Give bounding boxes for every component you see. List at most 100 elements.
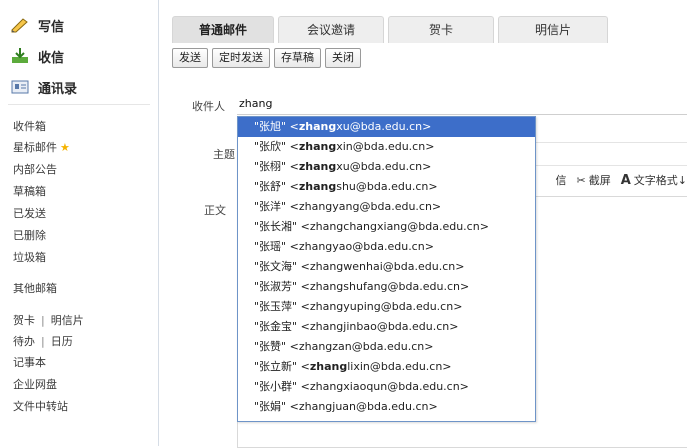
notebook-link[interactable]: 记事本 bbox=[13, 356, 46, 370]
suggestion-name: "张长湘" < bbox=[254, 220, 310, 233]
suggestion-email: zhangjuan@bda.edu.cn> bbox=[298, 400, 438, 413]
folder-drafts[interactable]: 草稿箱 bbox=[13, 185, 46, 199]
file-transfer-link[interactable]: 文件中转站 bbox=[13, 400, 68, 414]
suggestion-item[interactable]: "张旭" <zhangxu@bda.edu.cn> bbox=[238, 117, 535, 137]
suggestion-match: zhang bbox=[309, 360, 348, 373]
suggestion-match: zhang bbox=[298, 160, 337, 173]
suggestion-match: zhang bbox=[298, 120, 337, 133]
todo-links-row: 待办 | 日历 bbox=[13, 335, 73, 349]
tab-greeting-card[interactable]: 贺卡 bbox=[388, 16, 494, 43]
body-label: 正文 bbox=[204, 204, 226, 217]
to-label: 收件人 bbox=[192, 100, 225, 113]
suggestion-email: zhangwenhai@bda.edu.cn> bbox=[309, 260, 465, 273]
text-format-button[interactable]: A 文字格式↓ bbox=[621, 172, 687, 188]
separator: | bbox=[41, 335, 45, 348]
format-bar-item[interactable]: 信 bbox=[556, 172, 567, 188]
suggestion-email: zhangxiaoqun@bda.edu.cn> bbox=[309, 380, 469, 393]
separator: | bbox=[41, 314, 45, 327]
compose-toolbar: 发送 定时发送 存草稿 关闭 bbox=[172, 45, 361, 71]
suggestion-item[interactable]: "张舒" <zhangshu@bda.edu.cn> bbox=[238, 177, 535, 197]
tab-postcard[interactable]: 明信片 bbox=[498, 16, 608, 43]
suggestion-item[interactable]: "张洋" <zhangyang@bda.edu.cn> bbox=[238, 197, 535, 217]
enterprise-disk-link[interactable]: 企业网盘 bbox=[13, 378, 57, 392]
suggestion-email: zhangyuping@bda.edu.cn> bbox=[309, 300, 463, 313]
suggestion-name: "张立新" < bbox=[254, 360, 310, 373]
card-links-row: 贺卡 | 明信片 bbox=[13, 314, 84, 328]
tab-bar: 普通邮件 会议邀请 贺卡 明信片 bbox=[159, 0, 687, 43]
suggestion-name: "张栩" < bbox=[254, 160, 299, 173]
suggestion-item[interactable]: "张淑芳" <zhangshufang@bda.edu.cn> bbox=[238, 277, 535, 297]
suggestion-email: xu@bda.edu.cn> bbox=[336, 160, 432, 173]
sidebar-divider bbox=[8, 104, 150, 105]
suggestion-item[interactable]: "张文海" <zhangwenhai@bda.edu.cn> bbox=[238, 257, 535, 277]
receive-label: 收信 bbox=[38, 50, 65, 66]
greeting-card-link[interactable]: 贺卡 bbox=[13, 314, 35, 327]
suggestion-email: xu@bda.edu.cn> bbox=[336, 120, 432, 133]
inbox-download-icon bbox=[10, 47, 30, 65]
tab-meeting-invite[interactable]: 会议邀请 bbox=[278, 16, 384, 43]
pencil-icon bbox=[10, 16, 30, 34]
screenshot-label: 截屏 bbox=[588, 174, 611, 187]
contacts-button[interactable]: 通讯录 bbox=[10, 76, 77, 98]
folder-announcements[interactable]: 内部公告 bbox=[13, 163, 57, 177]
suggestion-email: zhangyao@bda.edu.cn> bbox=[298, 240, 434, 253]
suggestion-item[interactable]: "张玉萍" <zhangyuping@bda.edu.cn> bbox=[238, 297, 535, 317]
suggestion-item[interactable]: "张立新" <zhanglixin@bda.edu.cn> bbox=[238, 357, 535, 377]
suggestion-email: zhangjinbao@bda.edu.cn> bbox=[309, 320, 459, 333]
folder-starred-label: 星标邮件 bbox=[13, 141, 57, 154]
suggestion-item[interactable]: "张栩" <zhangxu@bda.edu.cn> bbox=[238, 157, 535, 177]
recipient-suggestions: "张旭" <zhangxu@bda.edu.cn> "张欣" <zhangxin@… bbox=[237, 116, 536, 422]
suggestion-email: zhangshufang@bda.edu.cn> bbox=[309, 280, 470, 293]
suggestion-name: "张娟" < bbox=[254, 400, 299, 413]
suggestion-email: lixin@bda.edu.cn> bbox=[347, 360, 452, 373]
suggestion-item[interactable]: "张小群" <zhangxiaoqun@bda.edu.cn> bbox=[238, 377, 535, 397]
suggestion-name: "张赞" < bbox=[254, 340, 299, 353]
suggestion-item[interactable]: "张娟" <zhangjuan@bda.edu.cn> bbox=[238, 397, 535, 417]
suggestion-name: "张金宝" < bbox=[254, 320, 310, 333]
receive-button[interactable]: 收信 bbox=[10, 45, 64, 67]
suggestion-name: "张欣" < bbox=[254, 140, 299, 153]
suggestion-item[interactable]: "张欣" <zhangxin@bda.edu.cn> bbox=[238, 137, 535, 157]
sidebar: 写信 收信 通讯录 收件箱 星标邮件 ★ 内部公告 草稿箱 已发送 已删除 垃圾箱… bbox=[0, 0, 159, 446]
suggestion-email: xin@bda.edu.cn> bbox=[336, 140, 435, 153]
star-icon: ★ bbox=[60, 141, 70, 154]
compose-button[interactable]: 写信 bbox=[10, 14, 64, 36]
tab-normal-mail[interactable]: 普通邮件 bbox=[172, 16, 274, 43]
send-button[interactable]: 发送 bbox=[172, 48, 208, 68]
folder-deleted[interactable]: 已删除 bbox=[13, 229, 46, 243]
suggestion-match: zhang bbox=[298, 140, 337, 153]
compose-label: 写信 bbox=[38, 19, 65, 35]
close-button[interactable]: 关闭 bbox=[325, 48, 361, 68]
suggestion-email: zhangyang@bda.edu.cn> bbox=[298, 200, 442, 213]
suggestion-item[interactable]: "张长湘" <zhangchangxiang@bda.edu.cn> bbox=[238, 217, 535, 237]
font-a-icon: A bbox=[620, 172, 631, 188]
suggestion-item[interactable]: "张金宝" <zhangjinbao@bda.edu.cn> bbox=[238, 317, 535, 337]
save-draft-button[interactable]: 存草稿 bbox=[274, 48, 321, 68]
text-format-label: 文字格式↓ bbox=[633, 174, 687, 187]
suggestion-item[interactable]: "张瑶" <zhangyao@bda.edu.cn> bbox=[238, 237, 535, 257]
suggestion-name: "张文海" < bbox=[254, 260, 310, 273]
suggestion-name: "张瑶" < bbox=[254, 240, 299, 253]
suggestion-name: "张旭" < bbox=[254, 120, 299, 133]
folder-starred[interactable]: 星标邮件 ★ bbox=[13, 141, 70, 155]
screenshot-button[interactable]: ✂ 截屏 bbox=[577, 172, 611, 188]
todo-link[interactable]: 待办 bbox=[13, 335, 35, 348]
scheduled-send-button[interactable]: 定时发送 bbox=[212, 48, 270, 68]
folder-spam[interactable]: 垃圾箱 bbox=[13, 251, 46, 265]
suggestion-email: shu@bda.edu.cn> bbox=[336, 180, 438, 193]
folder-inbox[interactable]: 收件箱 bbox=[13, 120, 46, 134]
contacts-label: 通讯录 bbox=[38, 81, 78, 97]
suggestion-name: "张洋" < bbox=[254, 200, 299, 213]
other-mailbox-link[interactable]: 其他邮箱 bbox=[13, 282, 57, 296]
to-input[interactable] bbox=[237, 94, 687, 115]
suggestion-name: "张小群" < bbox=[254, 380, 310, 393]
suggestion-name: "张淑芳" < bbox=[254, 280, 310, 293]
calendar-link[interactable]: 日历 bbox=[51, 335, 73, 348]
suggestion-match: zhang bbox=[298, 180, 337, 193]
address-book-icon bbox=[10, 78, 30, 96]
suggestion-item[interactable]: "张赞" <zhangzan@bda.edu.cn> bbox=[238, 337, 535, 357]
suggestion-email: zhangzan@bda.edu.cn> bbox=[298, 340, 434, 353]
scissors-icon: ✂ bbox=[576, 173, 586, 187]
postcard-link[interactable]: 明信片 bbox=[51, 314, 84, 327]
folder-sent[interactable]: 已发送 bbox=[13, 207, 46, 221]
